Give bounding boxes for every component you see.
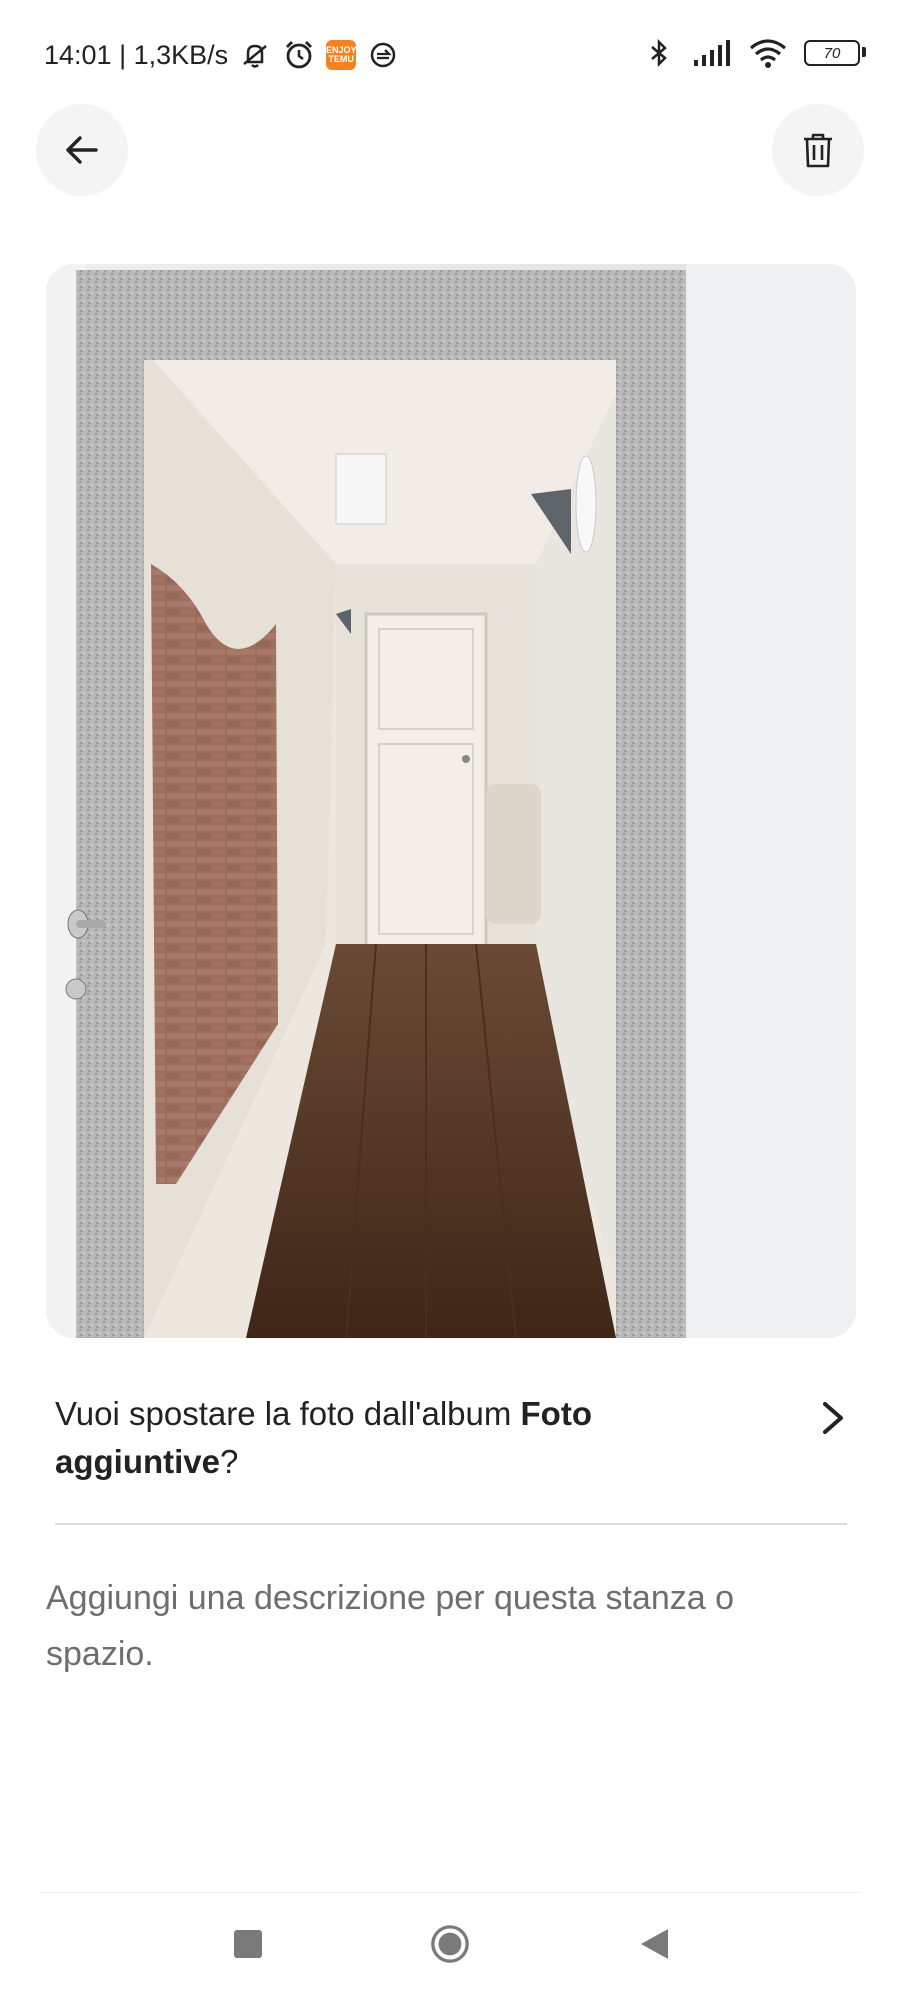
wifi-icon <box>749 39 787 68</box>
system-navigation-bar <box>0 1910 900 1990</box>
battery-indicator: 70 <box>804 40 866 66</box>
bell-muted-icon <box>243 44 267 68</box>
square-icon <box>234 1930 262 1958</box>
description-input[interactable]: Aggiungi una descrizione per questa stan… <box>46 1570 846 1682</box>
status-left: 14:01 | 1,3KB/s ENJOY TEMU <box>44 38 400 72</box>
hallway-photo[interactable] <box>46 264 856 1338</box>
move-prompt-suffix: ? <box>220 1443 239 1480</box>
temu-app-icon: ENJOY TEMU <box>326 40 356 70</box>
time-and-speed: 14:01 | 1,3KB/s <box>44 39 229 70</box>
system-back-button[interactable] <box>634 1924 674 1964</box>
chevron-right-icon <box>823 1402 843 1434</box>
status-bar: 14:01 | 1,3KB/s ENJOY TEMU 70 <box>0 0 900 110</box>
nav-divider <box>40 1892 860 1893</box>
arrow-left-icon <box>66 136 98 164</box>
alarm-icon <box>286 41 313 69</box>
recent-apps-button[interactable] <box>228 1924 268 1964</box>
delete-photo-button[interactable] <box>772 104 864 196</box>
home-button[interactable] <box>430 1924 470 1964</box>
hallway-photo-drawing <box>46 264 856 1338</box>
bluetooth-icon <box>651 38 667 68</box>
move-to-album-text: Vuoi spostare la foto dall'album Foto ag… <box>55 1390 735 1486</box>
back-button[interactable] <box>36 104 128 196</box>
move-to-album-row[interactable]: Vuoi spostare la foto dall'album Foto ag… <box>55 1390 855 1510</box>
move-prompt-prefix: Vuoi spostare la foto dall'album <box>55 1395 521 1432</box>
status-right: 70 <box>642 36 866 70</box>
signal-icon <box>694 40 730 66</box>
triangle-left-icon <box>641 1929 668 1959</box>
divider <box>55 1523 847 1525</box>
sync-icon <box>370 42 396 68</box>
circle-icon <box>431 1925 469 1963</box>
trash-icon <box>804 133 832 168</box>
